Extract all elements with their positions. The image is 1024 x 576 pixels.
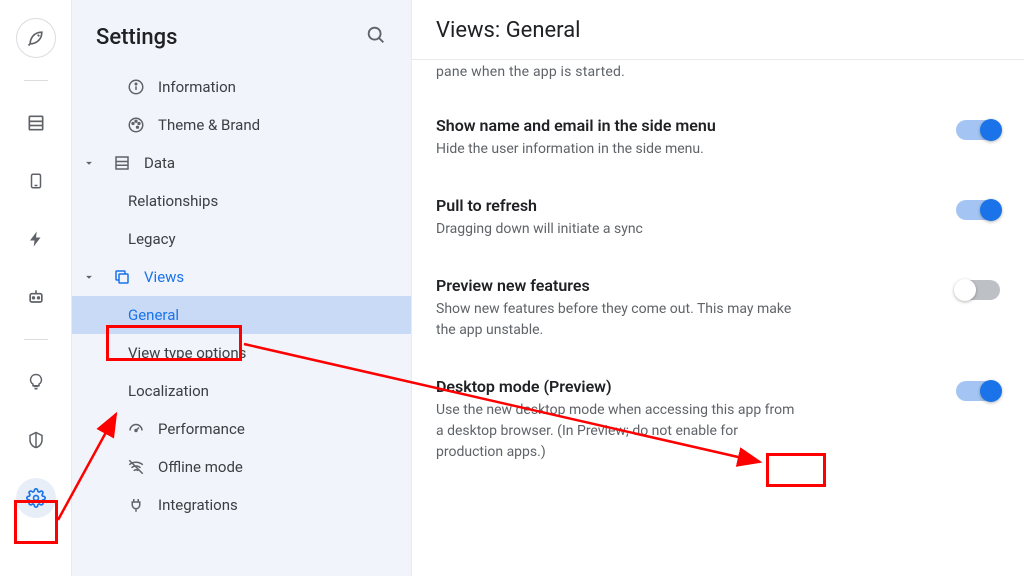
sidebar-item-offline-mode[interactable]: Offline mode — [72, 448, 411, 486]
info-icon — [126, 78, 146, 96]
wifi-off-icon — [126, 458, 146, 476]
copy-icon — [112, 268, 132, 286]
setting-preview-new-features: Preview new features Show new features b… — [436, 258, 1000, 359]
sidebar-item-relationships[interactable]: Relationships — [72, 182, 411, 220]
speed-icon — [126, 420, 146, 438]
sidebar-item-performance[interactable]: Performance — [72, 410, 411, 448]
sidebar-title: Settings — [96, 25, 177, 50]
setting-pull-to-refresh: Pull to refresh Dragging down will initi… — [436, 178, 1000, 258]
left-rail — [0, 0, 72, 576]
setting-description: Use the new desktop mode when accessing … — [436, 400, 796, 463]
setting-title: Pull to refresh — [436, 196, 643, 215]
database-icon[interactable] — [16, 103, 56, 143]
chevron-down-icon[interactable] — [82, 270, 100, 284]
setting-desktop-mode: Desktop mode (Preview) Use the new deskt… — [436, 359, 1000, 481]
sidebar-item-data[interactable]: Data — [72, 144, 411, 182]
setting-title: Preview new features — [436, 276, 796, 295]
sidebar-item-view-type-options[interactable]: View type options — [72, 334, 411, 372]
setting-description: Show new features before they come out. … — [436, 299, 796, 341]
sidebar-item-label: Localization — [128, 382, 209, 400]
bolt-icon[interactable] — [16, 219, 56, 259]
sidebar-item-general[interactable]: General — [72, 296, 411, 334]
content-scroll[interactable]: pane when the app is started. Show name … — [412, 60, 1024, 576]
sidebar-item-label: Performance — [158, 420, 245, 438]
setting-description: Hide the user information in the side me… — [436, 139, 716, 160]
sidebar-item-label: Legacy — [128, 230, 176, 248]
sidebar-item-label: Offline mode — [158, 458, 243, 476]
settings-sidebar: Settings Information Theme & Brand Data … — [72, 0, 412, 576]
toggle-pull-to-refresh[interactable] — [956, 200, 1000, 220]
toggle-desktop-mode[interactable] — [956, 381, 1000, 401]
table-icon — [112, 154, 132, 172]
prev-setting-desc-fragment: pane when the app is started. — [436, 60, 1000, 98]
robot-icon[interactable] — [16, 277, 56, 317]
shield-icon[interactable] — [16, 420, 56, 460]
sidebar-item-legacy[interactable]: Legacy — [72, 220, 411, 258]
lightbulb-icon[interactable] — [16, 362, 56, 402]
plug-icon — [126, 496, 146, 514]
chevron-down-icon[interactable] — [82, 156, 100, 170]
sidebar-item-integrations[interactable]: Integrations — [72, 486, 411, 524]
sidebar-item-localization[interactable]: Localization — [72, 372, 411, 410]
setting-title: Show name and email in the side menu — [436, 116, 716, 135]
setting-description: Dragging down will initiate a sync — [436, 219, 643, 240]
sidebar-item-label: General — [128, 306, 179, 324]
main-panel: Views: General pane when the app is star… — [412, 0, 1024, 576]
toggle-preview-new-features[interactable] — [956, 280, 1000, 300]
sidebar-item-label: Integrations — [158, 496, 238, 514]
sidebar-item-label: Views — [144, 268, 184, 286]
sidebar-item-label: Information — [158, 78, 236, 96]
palette-icon — [126, 116, 146, 134]
setting-title: Desktop mode (Preview) — [436, 377, 796, 396]
rocket-icon[interactable] — [16, 18, 56, 58]
gear-icon[interactable] — [16, 478, 56, 518]
sidebar-item-theme[interactable]: Theme & Brand — [72, 106, 411, 144]
rail-separator — [24, 339, 48, 340]
sidebar-item-label: Data — [144, 154, 175, 172]
sidebar-header: Settings — [72, 8, 411, 68]
search-icon[interactable] — [365, 24, 387, 50]
sidebar-item-information[interactable]: Information — [72, 68, 411, 106]
sidebar-item-views[interactable]: Views — [72, 258, 411, 296]
sidebar-item-label: View type options — [128, 344, 246, 362]
sidebar-item-label: Relationships — [128, 192, 218, 210]
page-title: Views: General — [412, 0, 1024, 60]
mobile-icon[interactable] — [16, 161, 56, 201]
setting-show-name-email: Show name and email in the side menu Hid… — [436, 98, 1000, 178]
rail-separator — [24, 80, 48, 81]
sidebar-item-label: Theme & Brand — [158, 116, 260, 134]
toggle-show-name-email[interactable] — [956, 120, 1000, 140]
